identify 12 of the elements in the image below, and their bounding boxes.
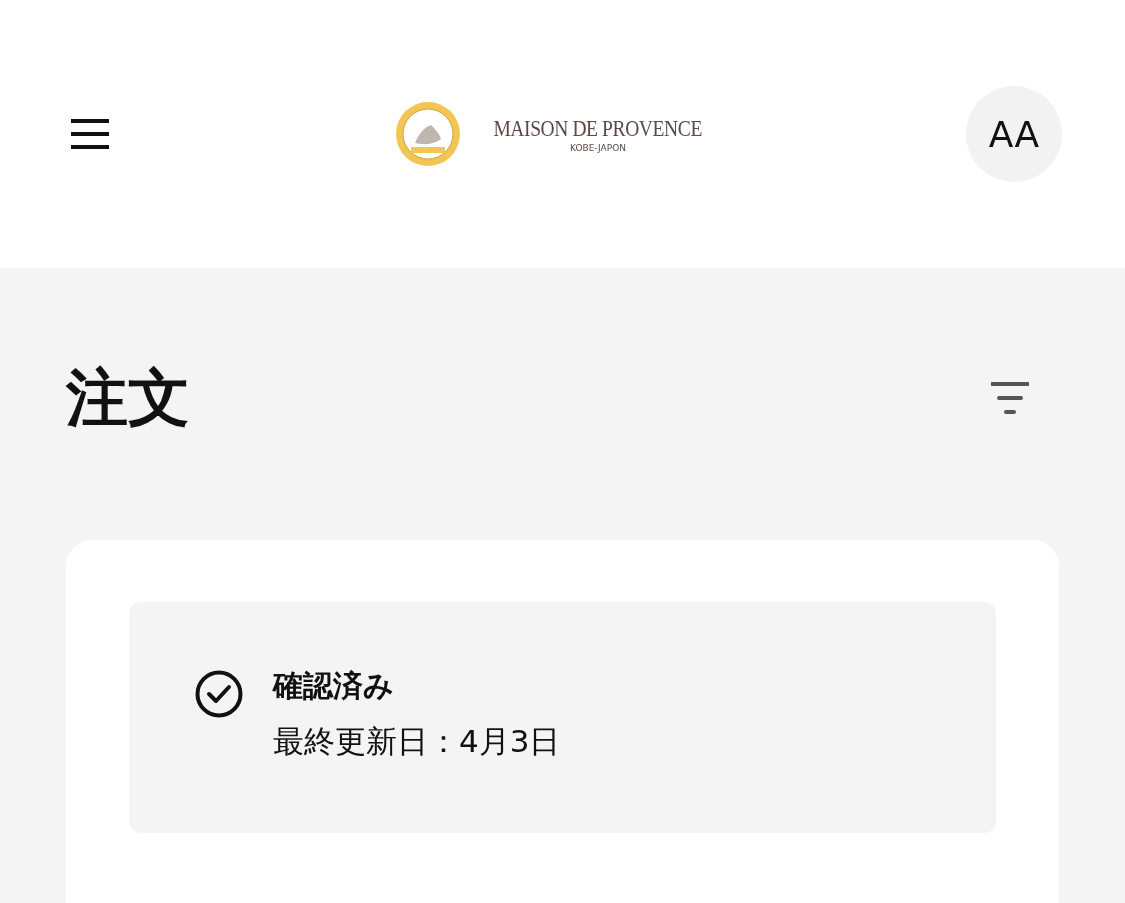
order-status: 確認済み	[273, 667, 395, 705]
menu-button[interactable]	[70, 116, 110, 152]
avatar-button[interactable]: AA	[966, 86, 1062, 182]
last-updated: 最終更新日：4月3日	[273, 722, 561, 761]
brand-name: MAISON DE PROVENCE	[493, 115, 703, 142]
logo-emblem-icon	[395, 101, 462, 167]
page-title: 注文	[66, 360, 190, 436]
filter-button[interactable]	[991, 381, 1029, 415]
brand-subtitle: KOBE-JAPON	[570, 142, 626, 153]
check-circle-icon	[195, 670, 243, 718]
menu-icon	[71, 118, 109, 150]
filter-icon	[991, 382, 1029, 414]
